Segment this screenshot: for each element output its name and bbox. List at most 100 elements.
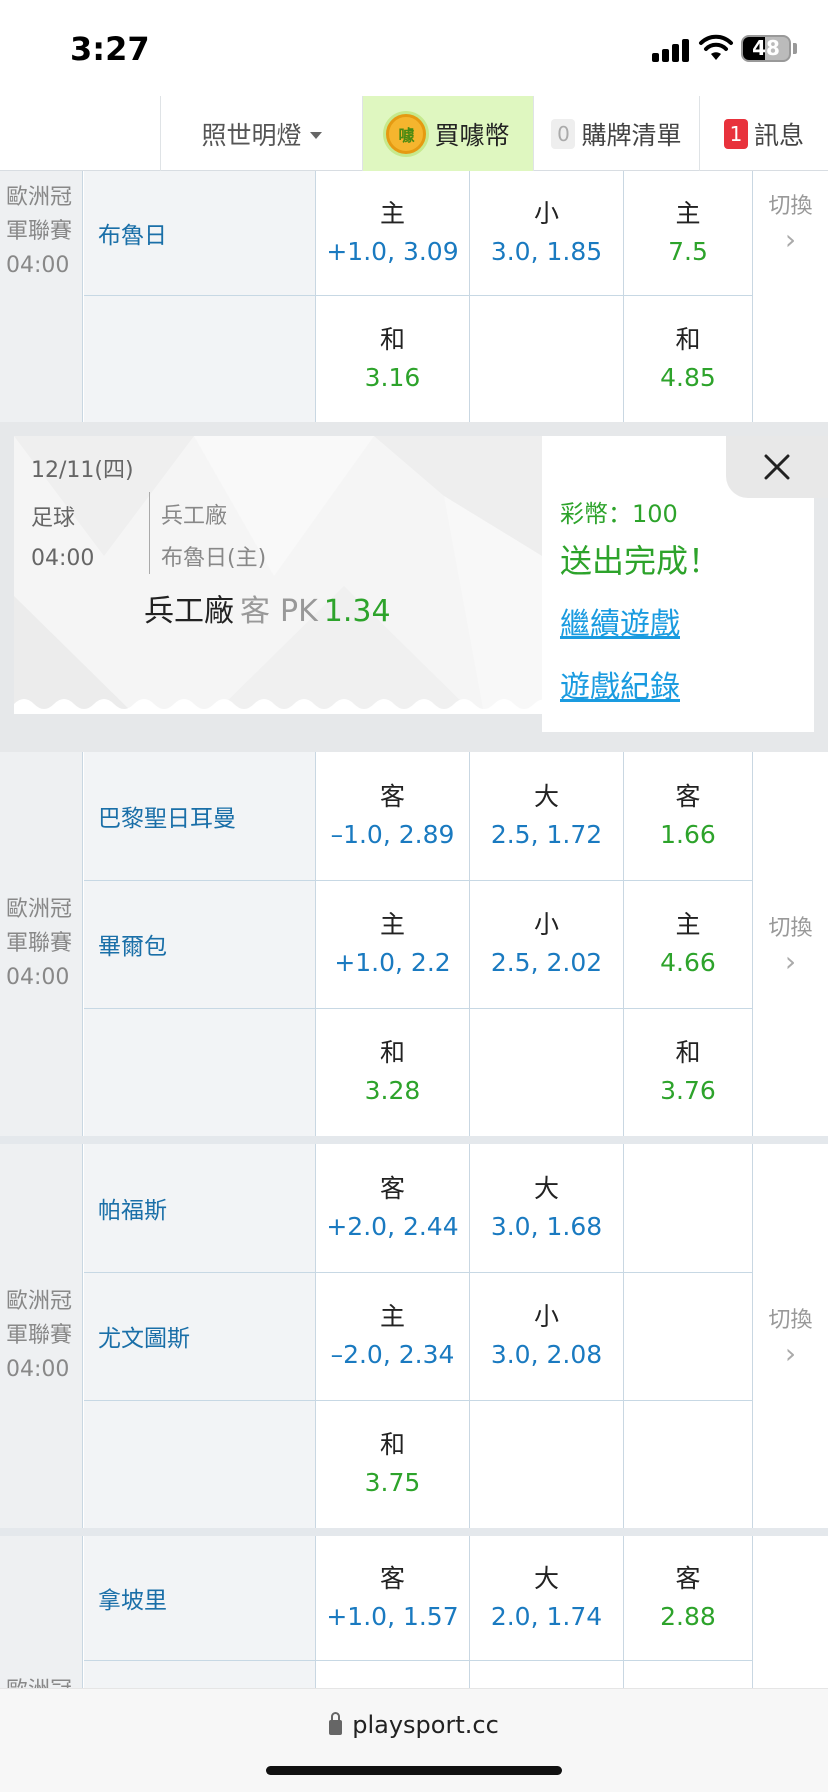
close-button[interactable] [726, 436, 828, 498]
away-team-name[interactable]: 拿坡里 [84, 1536, 316, 1660]
empty-cell [624, 1400, 753, 1528]
handicap-cell[interactable]: 主 +1.0, 2.2 [316, 880, 470, 1008]
bet-ticket: 12/11(四) 足球 04:00 兵工廠 布魯日(主) 兵工廠客 PK 1.34 [14, 436, 542, 714]
handicap-cell[interactable]: 主 +1.0, 3.09 [316, 171, 470, 295]
total-cell[interactable]: 小 3.0, 1.85 [470, 171, 624, 295]
moneyline-cell[interactable]: 客 2.88 [624, 1536, 753, 1660]
empty-cell [624, 1144, 753, 1272]
cart-count-badge: 0 [551, 118, 576, 149]
pick-odds: 1.34 [323, 594, 391, 629]
chevron-right-icon: › [784, 1337, 797, 1370]
home-team-name[interactable]: 畢爾包 [84, 880, 316, 1008]
ticket-time: 04:00 [31, 546, 95, 571]
team-empty [84, 295, 316, 423]
empty-cell [470, 1008, 624, 1136]
pick-team: 兵工廠 [144, 594, 234, 629]
status-time: 3:27 [70, 30, 150, 68]
battery-level: 48 [752, 36, 780, 60]
browser-address-bar[interactable]: playsport.cc [0, 1688, 828, 1792]
switch-button[interactable]: 切換 › [753, 752, 828, 1136]
league-name-cont: 軍聯賽 [6, 219, 73, 244]
wifi-icon [699, 34, 733, 60]
lock-icon [329, 1711, 343, 1735]
draw-moneyline-cell[interactable]: 和 3.76 [624, 1008, 753, 1136]
team-empty [84, 1008, 316, 1136]
league-info: 歐洲冠 軍聯賽 04:00 [0, 1144, 83, 1528]
chevron-right-icon: › [784, 945, 797, 978]
switch-button[interactable]: 切換 › [753, 1144, 828, 1528]
continue-game-link[interactable]: 繼續遊戲 [560, 599, 680, 643]
total-cell[interactable]: 大 2.0, 1.74 [470, 1536, 624, 1660]
team-empty [84, 1660, 316, 1688]
draw-handicap-cell[interactable]: 和 3.28 [316, 1008, 470, 1136]
moneyline-cell[interactable]: 主 7.5 [624, 171, 753, 295]
league-info: 歐洲冠 軍聯賽 04:00 [0, 171, 83, 423]
draw-handicap-cell[interactable]: 和 3.75 [316, 1400, 470, 1528]
handicap-cell[interactable]: 客 +1.0, 1.57 [316, 1536, 470, 1660]
caret-down-icon [309, 131, 322, 139]
match-time: 04:00 [6, 965, 70, 990]
total-cell[interactable]: 大 3.0, 1.68 [470, 1144, 624, 1272]
league-info: 歐洲冠 [0, 1536, 83, 1688]
switch-button[interactable]: 切換 › [753, 171, 828, 271]
messages-label: 訊息 [753, 120, 804, 150]
cart-button[interactable]: 0 購牌清單 [533, 96, 699, 171]
switch-label: 切換 [768, 194, 813, 219]
draw-moneyline-cell[interactable]: 和 4.85 [624, 295, 753, 423]
cellular-signal-icon [652, 38, 692, 62]
league-info: 歐洲冠 軍聯賽 04:00 [0, 752, 83, 1136]
close-icon [764, 454, 790, 480]
ticket-sport: 足球 [31, 506, 76, 531]
buy-coin-label: 買噱幣 [434, 120, 510, 150]
switch-label: 切換 [768, 1308, 813, 1333]
battery-icon: 48 [741, 35, 791, 62]
ticket-home-team: 布魯日(主) [161, 546, 267, 571]
message-count-badge: 1 [723, 118, 748, 149]
empty-cell [624, 1272, 753, 1400]
empty-cell [470, 295, 624, 423]
submit-done-text: 送出完成！ [560, 542, 721, 580]
buy-coin-button[interactable]: 噱 買噱幣 [362, 96, 533, 171]
league-name: 歐洲冠 [6, 1289, 73, 1314]
handicap-cell[interactable]: 主 –2.0, 2.34 [316, 1272, 470, 1400]
match-time: 04:00 [6, 253, 70, 278]
moneyline-cell[interactable]: 主 4.66 [624, 880, 753, 1008]
lantern-label: 照世明燈 [201, 120, 302, 150]
pick-side: 客 [240, 594, 270, 629]
empty-cell [470, 1400, 624, 1528]
handicap-cell[interactable]: 客 –1.0, 2.89 [316, 752, 470, 880]
lantern-dropdown[interactable]: 照世明燈 [160, 96, 362, 171]
ticket-date: 12/11(四) [31, 458, 134, 483]
home-team-name[interactable]: 尤文圖斯 [84, 1272, 316, 1400]
pick-type: PK [280, 594, 318, 629]
league-name: 歐洲冠 [6, 897, 73, 922]
game-history-link[interactable]: 遊戲紀錄 [560, 662, 680, 706]
total-cell[interactable]: 小 3.0, 2.08 [470, 1272, 624, 1400]
league-name: 歐洲冠 [6, 185, 73, 210]
team-name[interactable]: 布魯日 [84, 171, 316, 295]
team-empty [84, 1400, 316, 1528]
ticket-pick: 兵工廠客 PK 1.34 [144, 586, 391, 630]
chevron-right-icon: › [784, 223, 797, 256]
league-name-cont: 軍聯賽 [6, 1323, 73, 1348]
coins-text: 彩幣：100 [560, 500, 678, 528]
home-indicator[interactable] [266, 1766, 562, 1775]
away-team-name[interactable]: 巴黎聖日耳曼 [84, 752, 316, 880]
url-text: playsport.cc [352, 1711, 499, 1739]
total-cell[interactable]: 大 2.5, 1.72 [470, 752, 624, 880]
status-bar: 3:27 48 [0, 0, 828, 96]
draw-handicap-cell[interactable]: 和 3.16 [316, 295, 470, 423]
total-cell[interactable]: 小 2.5, 2.02 [470, 880, 624, 1008]
moneyline-cell[interactable]: 客 1.66 [624, 752, 753, 880]
away-team-name[interactable]: 帕福斯 [84, 1144, 316, 1272]
cart-label: 購牌清單 [581, 120, 682, 150]
messages-button[interactable]: 1 訊息 [699, 96, 828, 171]
handicap-cell[interactable]: 客 +2.0, 2.44 [316, 1144, 470, 1272]
top-nav: 照世明燈 噱 買噱幣 0 購牌清單 1 訊息 [0, 96, 828, 171]
league-name: 歐洲冠 [6, 1674, 82, 1688]
ticket-away-team: 兵工廠 [161, 504, 228, 529]
match-time: 04:00 [6, 1357, 70, 1382]
coin-icon: 噱 [386, 113, 427, 154]
league-name-cont: 軍聯賽 [6, 931, 73, 956]
switch-label: 切換 [768, 916, 813, 941]
